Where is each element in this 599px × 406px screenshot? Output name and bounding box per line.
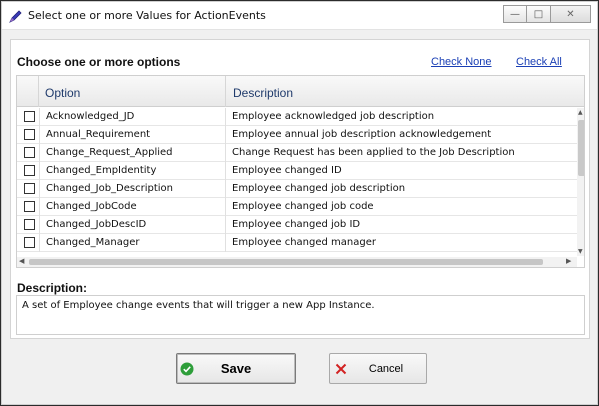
table-row[interactable]: Changed_EmpIdentity Employee changed ID (17, 162, 577, 180)
row-option: Changed_JobDescID (39, 216, 226, 234)
scroll-up-arrow-icon[interactable]: ▲ (578, 109, 583, 116)
panel-heading: Choose one or more options (17, 55, 181, 69)
scroll-left-arrow-icon[interactable]: ◀ (19, 257, 24, 265)
row-checkbox[interactable] (24, 201, 35, 212)
row-option: Changed_JobCode (39, 198, 226, 216)
row-description: Employee changed manager (232, 237, 376, 248)
row-checkbox[interactable] (24, 165, 35, 176)
row-checkbox[interactable] (24, 237, 35, 248)
description-label: Description: (17, 281, 88, 295)
row-checkbox[interactable] (24, 129, 35, 140)
save-button[interactable]: Save (176, 353, 296, 384)
table-row[interactable]: Change_Request_Applied Change Request has… (17, 144, 577, 162)
table-row[interactable]: Changed_JobCode Employee changed job code (17, 198, 577, 216)
cancel-button[interactable]: Cancel (329, 353, 427, 384)
table-row[interactable]: Changed_Manager Employee changed manager (17, 234, 577, 252)
row-checkbox[interactable] (24, 219, 35, 230)
row-option: Acknowledged_JD (39, 108, 226, 126)
row-description: Employee changed job code (232, 201, 374, 212)
vertical-scrollbar[interactable]: ▲ ▼ (577, 108, 584, 256)
minimize-button[interactable]: — (503, 5, 527, 23)
table-row[interactable]: Changed_Job_Description Employee changed … (17, 180, 577, 198)
check-all-link[interactable]: Check All (516, 56, 562, 68)
grid-header: Option Description (17, 76, 584, 107)
horizontal-scrollbar[interactable]: ◀ ▶ (17, 257, 577, 267)
row-checkbox[interactable] (24, 111, 35, 122)
pen-icon (9, 10, 22, 23)
table-row[interactable]: Annual_Requirement Employee annual job de… (17, 126, 577, 144)
save-button-label: Save (220, 361, 252, 376)
grid-rows: Acknowledged_JD Employee acknowledged job… (17, 108, 577, 252)
header-checkbox-column (17, 76, 39, 107)
table-row[interactable]: Acknowledged_JD Employee acknowledged job… (17, 108, 577, 126)
scroll-right-arrow-icon[interactable]: ▶ (566, 257, 571, 265)
row-option: Annual_Requirement (39, 126, 226, 144)
window-title: Select one or more Values for ActionEven… (28, 9, 266, 22)
maximize-button[interactable]: □ (527, 5, 551, 23)
description-box: A set of Employee change events that wil… (16, 295, 585, 335)
row-description: Employee annual job description acknowle… (232, 129, 492, 140)
horizontal-scroll-thumb[interactable] (29, 259, 543, 265)
dialog-window: Select one or more Values for ActionEven… (0, 0, 599, 406)
check-none-link[interactable]: Check None (431, 56, 492, 68)
row-checkbox[interactable] (24, 147, 35, 158)
title-bar[interactable]: Select one or more Values for ActionEven… (2, 2, 597, 30)
row-description: Employee changed job ID (232, 219, 361, 230)
row-description: Employee changed ID (232, 165, 342, 176)
scroll-down-arrow-icon[interactable]: ▼ (578, 248, 583, 255)
options-grid: Option Description Acknowledged_JD Employ… (16, 75, 585, 268)
row-option: Changed_Job_Description (39, 180, 226, 198)
column-header-option[interactable]: Option (39, 76, 226, 107)
row-description: Employee acknowledged job description (232, 111, 435, 122)
window-controls: — □ ✕ (503, 5, 591, 23)
row-option: Changed_EmpIdentity (39, 162, 226, 180)
row-checkbox[interactable] (24, 183, 35, 194)
row-description: Employee changed job description (232, 183, 406, 194)
table-row[interactable]: Changed_JobDescID Employee changed job ID (17, 216, 577, 234)
row-description: Change Request has been applied to the J… (232, 147, 515, 158)
vertical-scroll-thumb[interactable] (578, 120, 584, 176)
column-header-description[interactable]: Description (227, 76, 577, 107)
close-button[interactable]: ✕ (551, 5, 591, 23)
options-panel: Choose one or more options Check None Ch… (10, 39, 590, 339)
cancel-button-label: Cancel (368, 363, 404, 375)
row-option: Changed_Manager (39, 234, 226, 252)
row-option: Change_Request_Applied (39, 144, 226, 162)
